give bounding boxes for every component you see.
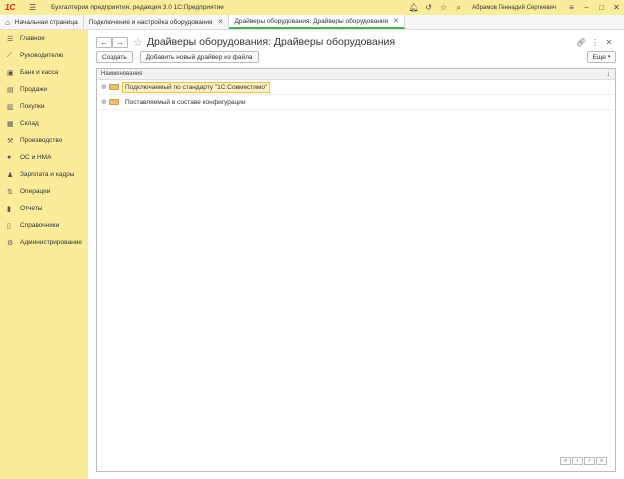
row-label[interactable]: Поставляемый в составе конфигурации <box>122 97 249 108</box>
sidebar-item-catalogs[interactable]: ▯ Справочники <box>0 217 88 234</box>
sidebar-item-sales[interactable]: ▤ Продажи <box>0 81 88 98</box>
sidebar-item-label: Банк и касса <box>20 69 59 76</box>
expand-icon[interactable]: ⊕ <box>101 98 109 106</box>
sidebar-item-salary[interactable]: ♟ Зарплата и кадры <box>0 166 88 183</box>
more-vertical-icon[interactable]: ⋮ <box>588 38 602 47</box>
sidebar-item-production[interactable]: ⚒ Производство <box>0 132 88 149</box>
back-button[interactable]: ← <box>96 36 112 48</box>
create-button[interactable]: Создать <box>96 51 133 63</box>
link-icon[interactable]: 🔗︎ <box>574 38 588 47</box>
sidebar-item-reports[interactable]: ▮ Отчеты <box>0 200 88 217</box>
history-icon[interactable]: ↺ <box>421 3 436 12</box>
gear-icon: ⚙ <box>7 239 14 247</box>
sidebar-item-label: Администрирование <box>20 239 82 246</box>
sidebar-item-warehouse[interactable]: ▦ Склад <box>0 115 88 132</box>
sidebar-item-bank[interactable]: ▣ Банк и касса <box>0 64 88 81</box>
favorite-star-icon[interactable]: ☆ <box>133 36 143 49</box>
arrow-right-icon: → <box>116 37 124 47</box>
maximize-icon[interactable]: □ <box>594 3 609 12</box>
more-button[interactable]: Еще ▾ <box>587 51 616 63</box>
sidebar: ☰ Главное ⟋ Руководителю ▣ Банк и касса ▤ Пр… <box>0 30 88 479</box>
sales-icon: ▤ <box>7 86 14 94</box>
cart-icon: ▥ <box>7 103 14 111</box>
table-row[interactable]: ⊕ Поставляемый в составе конфигурации <box>97 95 615 110</box>
command-bar: Создать Добавить новый драйвер из файла <box>96 51 266 63</box>
tab-home[interactable]: ⌂ Начальная страница <box>0 15 84 29</box>
operations-icon: ⇅ <box>7 188 13 196</box>
sidebar-item-label: Отчеты <box>20 205 43 212</box>
sidebar-item-label: Главное <box>20 35 45 42</box>
chevron-down-icon: ▾ <box>607 54 611 60</box>
form-header-actions: 🔗︎ ⋮ ✕ <box>574 35 616 49</box>
column-header-name[interactable]: Наименование <box>101 71 143 77</box>
form-header: ← → ☆ Драйверы оборудования: Драйверы об… <box>96 35 395 49</box>
app-title: Бухгалтерия предприятия, редакция 3.0 1С… <box>51 4 224 11</box>
sidebar-item-main[interactable]: ☰ Главное <box>0 30 88 47</box>
close-form-icon[interactable]: ✕ <box>602 38 616 47</box>
sidebar-item-label: Операции <box>20 188 51 195</box>
chart-icon: ⟋ <box>7 51 12 59</box>
sidebar-item-label: ОС и НМА <box>20 154 52 161</box>
warehouse-icon: ▦ <box>7 120 14 128</box>
drivers-table: Наименование ↓ ⊕ Подключаемый по стандар… <box>96 68 616 472</box>
table-row[interactable]: ⊕ Подключаемый по стандарту "1С:Совмести… <box>97 80 615 95</box>
next-page-icon[interactable]: › <box>584 457 595 465</box>
folder-icon <box>109 99 119 105</box>
sidebar-item-label: Зарплата и кадры <box>20 171 75 178</box>
sidebar-item-label: Справочники <box>20 222 60 229</box>
search-icon[interactable]: ⌕ <box>451 3 466 13</box>
add-driver-from-file-button[interactable]: Добавить новый драйвер из файла <box>139 51 259 63</box>
sidebar-item-admin[interactable]: ⚙ Администрирование <box>0 234 88 251</box>
tab-drivers[interactable]: Драйверы оборудования: Драйверы оборудов… <box>229 15 406 29</box>
minimize-icon[interactable]: – <box>579 3 594 12</box>
1c-logo: 1С <box>5 3 16 12</box>
settings-lines-icon[interactable]: ≡ <box>564 3 579 12</box>
sidebar-item-label: Склад <box>20 120 39 127</box>
main-content: ← → ☆ Драйверы оборудования: Драйверы об… <box>88 30 624 479</box>
sidebar-item-label: Производство <box>20 137 63 144</box>
titlebar-actions: 🔔︎ ↺ ☆ ⌕ Абрамов Геннадий Сергеевич ≡ – … <box>406 0 624 15</box>
page-title: Драйверы оборудования: Драйверы оборудов… <box>146 36 396 48</box>
title-bar: 1С ☰ Бухгалтерия предприятия, редакция 3… <box>0 0 624 15</box>
close-icon[interactable]: ✕ <box>218 18 224 26</box>
folder-icon <box>109 84 119 90</box>
bell-icon[interactable]: 🔔︎ <box>406 3 421 12</box>
menu-icon: ☰ <box>7 35 14 43</box>
last-page-icon[interactable]: » <box>596 457 607 465</box>
first-page-icon[interactable]: « <box>560 457 571 465</box>
hamburger-menu-icon[interactable]: ☰ <box>29 3 39 12</box>
close-window-icon[interactable]: ✕ <box>609 3 624 12</box>
more-label: Еще <box>592 53 606 61</box>
expand-icon[interactable]: ⊕ <box>101 83 109 91</box>
sidebar-item-label: Продажи <box>20 86 48 93</box>
close-icon[interactable]: ✕ <box>393 17 399 25</box>
sidebar-item-operations[interactable]: ⇅ Операции <box>0 183 88 200</box>
sort-arrow-icon[interactable]: ↓ <box>607 71 611 78</box>
sidebar-item-purchases[interactable]: ▥ Покупки <box>0 98 88 115</box>
favorites-star-icon[interactable]: ☆ <box>436 3 451 12</box>
row-label[interactable]: Подключаемый по стандарту "1С:Совместимо… <box>122 81 271 93</box>
tab-label: Начальная страница <box>14 18 78 26</box>
tab-bar: ⌂ Начальная страница Подключение и настр… <box>0 15 624 30</box>
sidebar-item-manager[interactable]: ⟋ Руководителю <box>0 47 88 64</box>
assets-icon: ● <box>7 154 12 161</box>
tab-label: Драйверы оборудования: Драйверы оборудов… <box>234 17 389 25</box>
prev-page-icon[interactable]: ‹ <box>572 457 583 465</box>
reports-icon: ▮ <box>7 205 11 213</box>
home-icon: ⌂ <box>5 17 10 27</box>
sidebar-item-label: Покупки <box>20 103 45 110</box>
book-icon: ▯ <box>7 222 11 230</box>
tab-equipment-setup[interactable]: Подключение и настройка оборудования ✕ <box>84 15 230 29</box>
sidebar-item-label: Руководителю <box>20 52 64 59</box>
tab-label: Подключение и настройка оборудования <box>88 18 213 26</box>
arrow-left-icon: ← <box>100 37 108 47</box>
table-header[interactable]: Наименование ↓ <box>97 69 615 80</box>
bank-icon: ▣ <box>7 69 14 77</box>
factory-icon: ⚒ <box>7 137 14 145</box>
user-name[interactable]: Абрамов Геннадий Сергеевич <box>472 5 556 11</box>
sidebar-item-assets[interactable]: ● ОС и НМА <box>0 149 88 166</box>
table-pager: « ‹ › » <box>559 457 607 465</box>
forward-button[interactable]: → <box>112 36 128 48</box>
people-icon: ♟ <box>7 171 14 179</box>
